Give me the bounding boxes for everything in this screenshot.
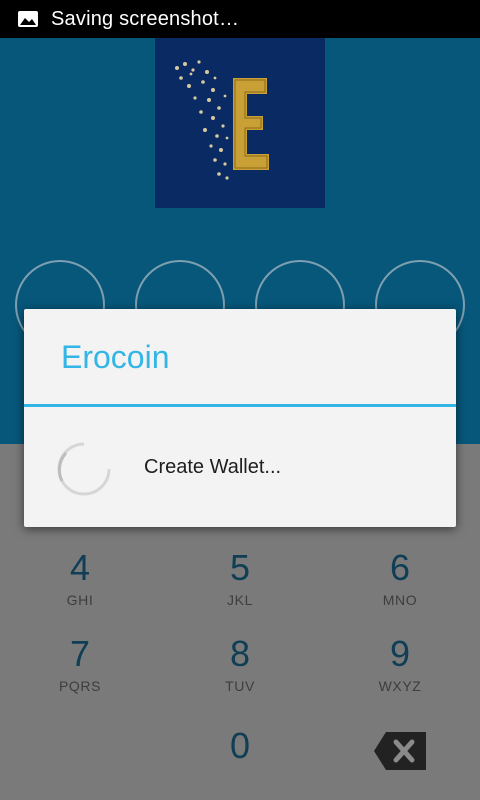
spinner-icon (56, 441, 112, 497)
progress-dialog: Erocoin Create Wallet... (24, 309, 456, 527)
notification-text: Saving screenshot… (51, 7, 240, 30)
status-bar: Saving screenshot… (0, 0, 480, 38)
dialog-divider (24, 404, 456, 407)
dialog-title: Erocoin (61, 339, 170, 375)
image-icon (16, 9, 40, 29)
dialog-message: Create Wallet... (144, 456, 282, 478)
